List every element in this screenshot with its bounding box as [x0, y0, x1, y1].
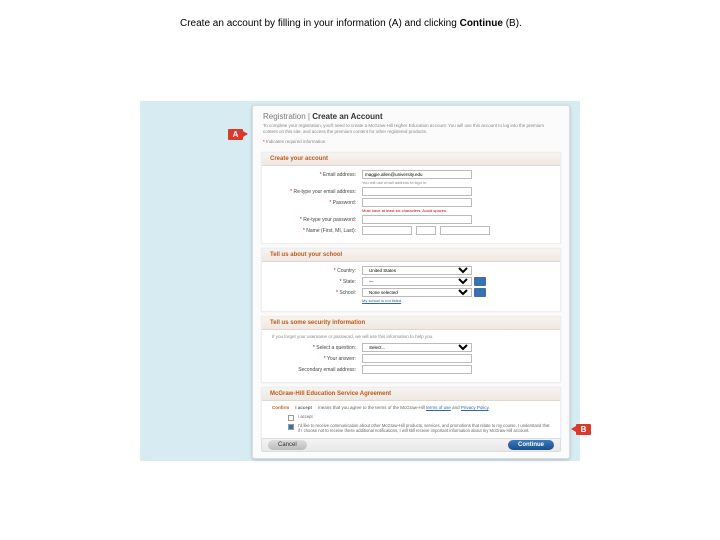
- answer-field[interactable]: [362, 354, 472, 363]
- email-label: Email address:: [272, 170, 362, 178]
- retype-email-field[interactable]: [362, 187, 472, 196]
- optin-checkbox[interactable]: [288, 424, 294, 430]
- first-name-field[interactable]: [362, 226, 412, 235]
- secondary-email-label: Secondary email address:: [272, 365, 362, 373]
- continue-button[interactable]: Continue: [508, 440, 554, 450]
- retype-password-label: Re-type your password:: [272, 215, 362, 223]
- school-select[interactable]: None selected: [362, 288, 472, 297]
- middle-initial-field[interactable]: [416, 226, 436, 235]
- answer-label: Your answer:: [272, 354, 362, 362]
- terms-link[interactable]: terms of use: [426, 405, 451, 410]
- email-hint: You will use email address to sign in.: [362, 180, 550, 185]
- agreement-text: means that you agree to the terms of the…: [318, 405, 490, 410]
- country-select[interactable]: United States: [362, 266, 472, 275]
- privacy-link[interactable]: Privacy Policy: [461, 405, 489, 410]
- instruction-text: Create an account by filling in your inf…: [0, 0, 720, 29]
- state-go-button[interactable]: [474, 277, 486, 286]
- email-field[interactable]: [362, 170, 472, 179]
- section-agreement-head: McGraw-Hill Education Service Agreement: [262, 388, 560, 401]
- accept-checkbox-label: I accept: [298, 414, 313, 419]
- registration-form-window: Registration | Create an Account To comp…: [252, 105, 570, 459]
- page-title: Registration | Create an Account: [263, 112, 559, 121]
- country-label: Country:: [272, 266, 362, 274]
- agreement-confirm-strong: Confirm: [272, 405, 289, 410]
- state-select[interactable]: —: [362, 277, 472, 286]
- school-label: School:: [272, 288, 362, 296]
- accept-checkbox[interactable]: [288, 415, 294, 421]
- section-security: Tell us some security information If you…: [261, 316, 561, 383]
- retype-password-field[interactable]: [362, 215, 472, 224]
- section-agreement: McGraw-Hill Education Service Agreement …: [261, 387, 561, 441]
- section-school: Tell us about your school Country: Unite…: [261, 248, 561, 312]
- school-not-listed-link[interactable]: My school is not listed: [362, 298, 550, 303]
- retype-email-label: Re-type your email address:: [272, 187, 362, 195]
- section-account-head: Create your account: [262, 153, 560, 166]
- secondary-email-field[interactable]: [362, 365, 472, 374]
- question-select[interactable]: Select...: [362, 343, 472, 352]
- required-note: Indicates required information: [263, 139, 559, 144]
- page-subtitle: To complete your registration, you'll ne…: [263, 123, 559, 135]
- password-hint: Must have at least six characters. Avoid…: [362, 208, 550, 213]
- last-name-field[interactable]: [440, 226, 490, 235]
- form-header: Registration | Create an Account To comp…: [253, 106, 569, 148]
- school-go-button[interactable]: [474, 288, 486, 297]
- footer-bar: Cancel Continue: [261, 438, 561, 452]
- screenshot-panel: A B Registration | Create an Account To …: [140, 101, 580, 461]
- name-label: Name (First, MI, Last):: [272, 226, 362, 234]
- password-label: Password:: [272, 198, 362, 206]
- agreement-accept-word: I accept: [295, 405, 312, 410]
- callout-a: A: [228, 129, 243, 140]
- section-security-head: Tell us some security information: [262, 317, 560, 330]
- cancel-button[interactable]: Cancel: [268, 440, 307, 450]
- section-account: Create your account Email address: You w…: [261, 152, 561, 244]
- security-note: If you forget your username or password,…: [272, 334, 550, 343]
- callout-b: B: [576, 424, 591, 435]
- question-label: Select a question:: [272, 343, 362, 351]
- optin-checkbox-label: I'd like to receive communication about …: [298, 423, 550, 434]
- state-label: State:: [272, 277, 362, 285]
- password-field[interactable]: [362, 198, 472, 207]
- section-school-head: Tell us about your school: [262, 249, 560, 262]
